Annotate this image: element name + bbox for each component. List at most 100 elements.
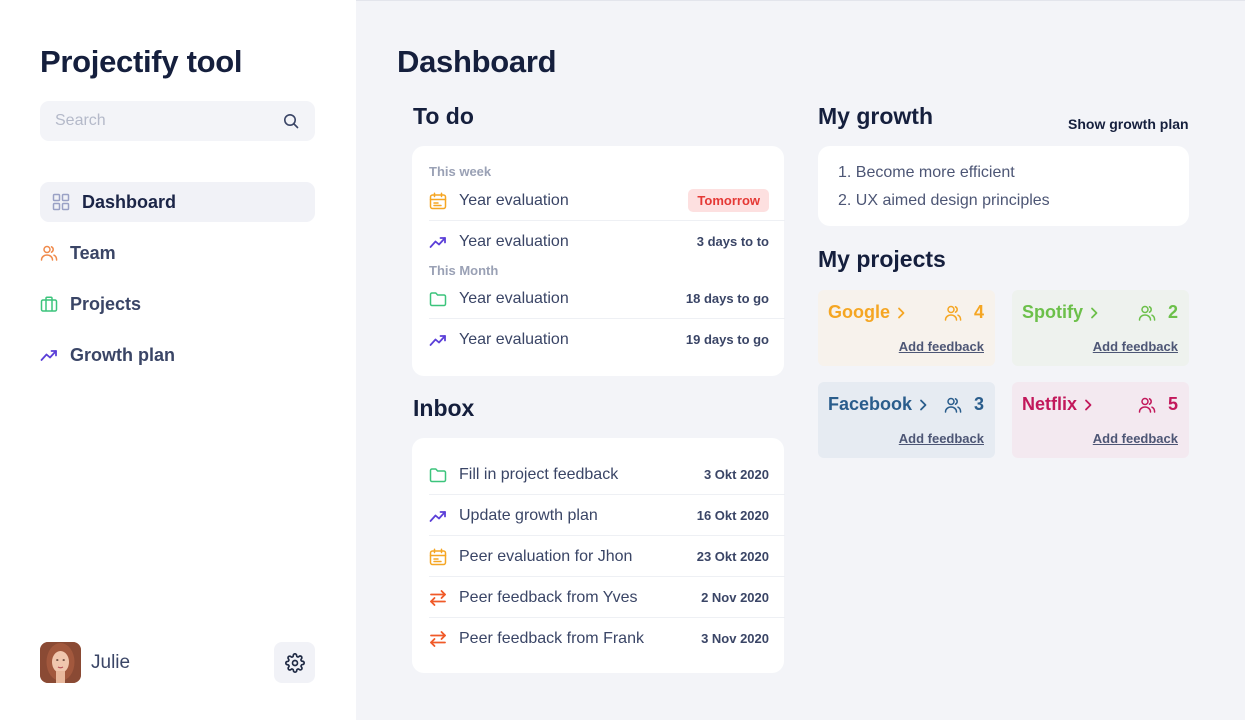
- group-label-this-month: This Month: [429, 263, 499, 278]
- inbox-item-text: Peer evaluation for Jhon: [459, 547, 633, 565]
- todo-item[interactable]: Year evaluation 18 days to go: [429, 278, 785, 319]
- sidebar-item-dashboard[interactable]: Dashboard: [40, 182, 315, 222]
- show-growth-plan-link[interactable]: Show growth plan: [1068, 116, 1189, 132]
- todo-item-text: Year evaluation: [459, 330, 569, 348]
- member-count: 4: [944, 302, 984, 323]
- add-feedback-link[interactable]: Add feedback: [1093, 339, 1178, 354]
- users-icon: [944, 397, 962, 413]
- project-name-text: Spotify: [1022, 302, 1083, 322]
- project-name-text: Netflix: [1022, 394, 1078, 414]
- trending-up-icon: [429, 510, 446, 522]
- due-text: 18 days to go: [685, 291, 769, 306]
- project-card-spotify[interactable]: Spotify 2 Add feedback: [1012, 290, 1189, 366]
- app-title: Projectify tool: [40, 44, 243, 79]
- sidebar-item-label: Dashboard: [82, 191, 177, 212]
- project-name[interactable]: Spotify: [1022, 302, 1099, 323]
- inbox-item-date: 16 Okt 2020: [696, 508, 769, 523]
- todo-item[interactable]: Year evaluation Tomorrow: [429, 180, 785, 221]
- inbox-item[interactable]: Peer feedback from Yves 2 Nov 2020: [429, 577, 785, 618]
- avatar: [40, 642, 81, 683]
- inbox-card: Fill in project feedback 3 Okt 2020 Upda…: [412, 438, 785, 673]
- folder-icon: [429, 467, 447, 482]
- growth-item: 2. UX aimed design principles: [838, 192, 1050, 209]
- project-card-netflix[interactable]: Netflix 5 Add feedback: [1012, 382, 1189, 458]
- inbox-item-text: Update growth plan: [459, 506, 598, 524]
- todo-item-text: Year evaluation: [459, 232, 569, 250]
- swap-icon: [430, 630, 446, 647]
- user-name: Julie: [91, 651, 131, 673]
- due-text: 3 days to to: [696, 234, 769, 249]
- sidebar: Projectify tool Dashboard Team Projects …: [0, 0, 356, 720]
- inbox-item[interactable]: Peer evaluation for Jhon 23 Okt 2020: [429, 536, 785, 577]
- todo-card: This week Year evaluation Tomorrow Year …: [412, 146, 785, 376]
- trending-up-icon: [40, 350, 57, 361]
- inbox-item[interactable]: Update growth plan 16 Okt 2020: [429, 495, 785, 536]
- member-count-text: 2: [1167, 302, 1178, 322]
- sidebar-item-growth-plan[interactable]: Growth plan: [40, 335, 315, 375]
- settings-button[interactable]: [274, 642, 315, 683]
- avatar-image: [40, 642, 81, 683]
- inbox-title: Inbox: [413, 395, 475, 421]
- inbox-item-date: 2 Nov 2020: [701, 590, 769, 605]
- calendar-icon: [429, 547, 447, 565]
- member-count-text: 4: [973, 302, 984, 322]
- todo-item-text: Year evaluation: [459, 289, 569, 307]
- member-count-text: 5: [1167, 394, 1178, 414]
- inbox-item[interactable]: Peer feedback from Frank 3 Nov 2020: [429, 618, 769, 659]
- todo-title: To do: [413, 103, 474, 129]
- project-card-google[interactable]: Google 4 Add feedback: [818, 290, 995, 366]
- sidebar-item-team[interactable]: Team: [40, 233, 315, 273]
- project-name-text: Google: [828, 302, 890, 322]
- inbox-item[interactable]: Fill in project feedback 3 Okt 2020: [429, 454, 785, 495]
- sidebar-item-label: Growth plan: [70, 344, 175, 365]
- project-name[interactable]: Google: [828, 302, 906, 323]
- sidebar-item-projects[interactable]: Projects: [40, 284, 315, 324]
- users-icon: [1138, 305, 1156, 321]
- inbox-item-date: 3 Okt 2020: [703, 467, 769, 482]
- gear-icon: [284, 652, 305, 673]
- inbox-item-date: 23 Okt 2020: [696, 549, 769, 564]
- growth-card: 1. Become more efficient 2. UX aimed des…: [818, 146, 1189, 226]
- due-badge: Tomorrow: [688, 189, 769, 212]
- chevron-right-icon: [920, 399, 927, 410]
- growth-title: My growth: [818, 103, 933, 129]
- member-count-text: 3: [973, 394, 984, 414]
- project-name[interactable]: Netflix: [1022, 394, 1093, 415]
- user-profile[interactable]: Julie: [40, 642, 130, 683]
- add-feedback-link[interactable]: Add feedback: [899, 431, 984, 446]
- chevron-right-icon: [1091, 307, 1098, 318]
- inbox-item-date: 3 Nov 2020: [701, 631, 769, 646]
- todo-item[interactable]: Year evaluation 19 days to go: [429, 319, 769, 360]
- growth-item: 1. Become more efficient: [838, 164, 1015, 181]
- inbox-item-text: Peer feedback from Frank: [459, 629, 644, 647]
- member-count: 3: [944, 394, 984, 415]
- chevron-right-icon: [1085, 399, 1092, 410]
- grid-icon: [52, 193, 70, 211]
- add-feedback-link[interactable]: Add feedback: [1093, 431, 1178, 446]
- briefcase-icon: [40, 296, 58, 312]
- search-input[interactable]: [55, 101, 275, 141]
- users-icon: [40, 245, 58, 261]
- inbox-item-text: Fill in project feedback: [459, 465, 619, 483]
- sidebar-item-label: Projects: [70, 293, 142, 314]
- projects-title: My projects: [818, 246, 946, 272]
- todo-item[interactable]: Year evaluation 3 days to to: [429, 221, 769, 262]
- swap-icon: [430, 589, 446, 606]
- project-name-text: Facebook: [828, 394, 913, 414]
- trending-up-icon: [429, 334, 446, 346]
- page-title: Dashboard: [397, 44, 557, 79]
- users-icon: [944, 305, 962, 321]
- add-feedback-link[interactable]: Add feedback: [899, 339, 984, 354]
- calendar-icon: [429, 191, 447, 209]
- todo-item-text: Year evaluation: [459, 191, 569, 209]
- group-label-this-week: This week: [429, 164, 492, 179]
- project-name[interactable]: Facebook: [828, 394, 928, 415]
- users-icon: [1138, 397, 1156, 413]
- inbox-item-text: Peer feedback from Yves: [459, 588, 638, 606]
- member-count: 5: [1138, 394, 1178, 415]
- search-icon[interactable]: [283, 113, 299, 129]
- search-box: [40, 101, 315, 141]
- project-card-facebook[interactable]: Facebook 3 Add feedback: [818, 382, 995, 458]
- due-text: 19 days to go: [685, 332, 769, 347]
- sidebar-item-label: Team: [70, 242, 116, 263]
